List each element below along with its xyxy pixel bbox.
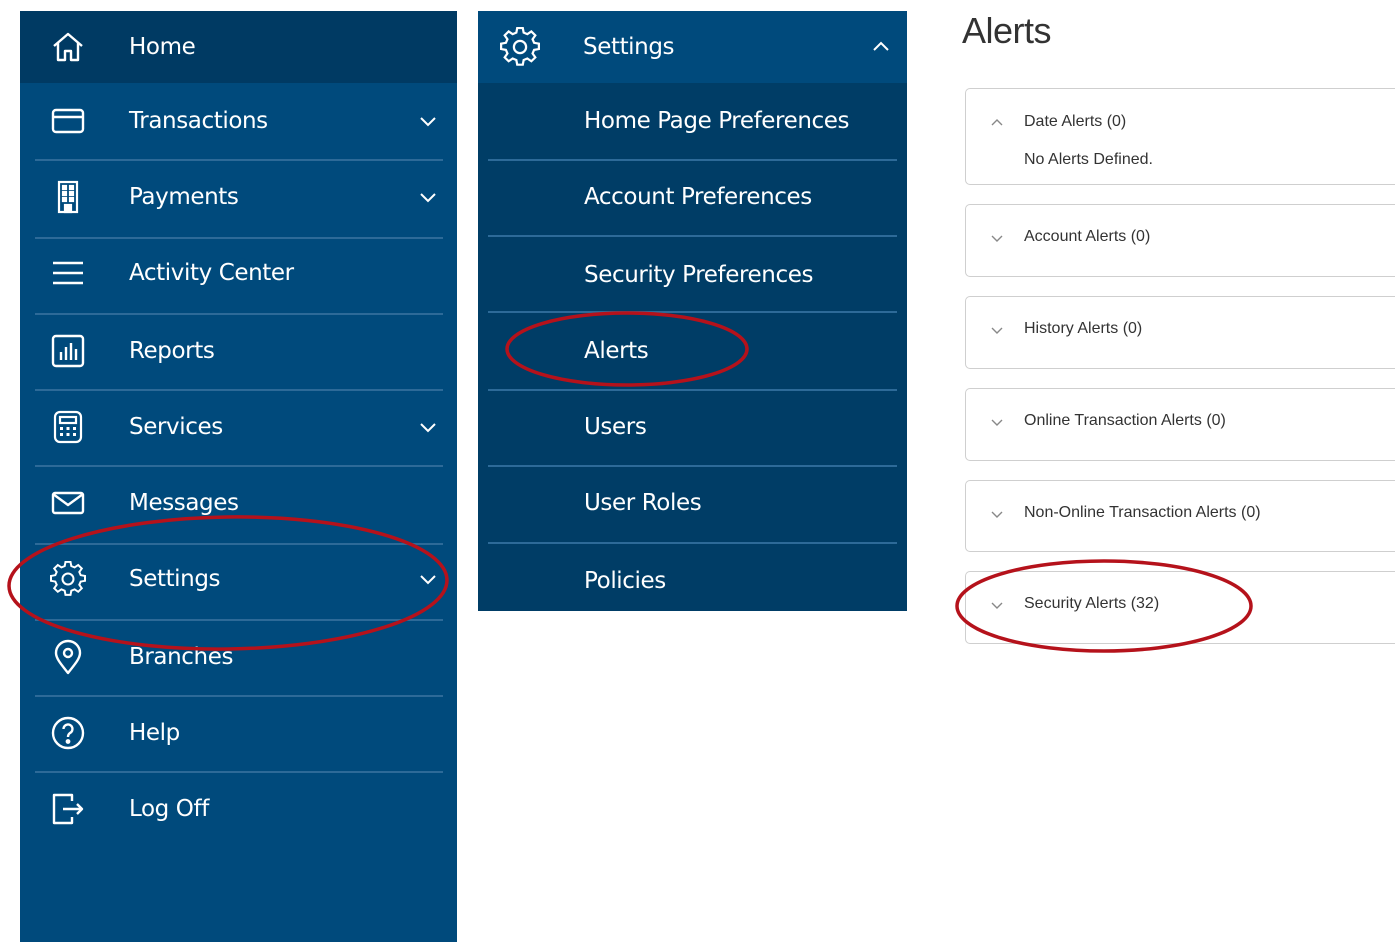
- gear-icon: [50, 561, 86, 597]
- sidebar-item-branches[interactable]: Branches: [20, 619, 457, 695]
- sidebar-item-transactions[interactable]: Transactions: [20, 83, 457, 159]
- settings-item-account-preferences[interactable]: Account Preferences: [478, 159, 907, 235]
- sidebar-item-messages[interactable]: Messages: [20, 465, 457, 541]
- chevron-down-icon[interactable]: [990, 231, 1004, 245]
- alert-group-label: Non-Online Transaction Alerts (0): [1024, 504, 1261, 521]
- alert-group-history-alerts[interactable]: History Alerts (0): [965, 296, 1395, 369]
- sidebar-item-label: Log Off: [129, 796, 209, 822]
- sidebar-item-label: Branches: [129, 644, 234, 670]
- envelope-icon: [50, 485, 86, 521]
- sidebar-item-label: Home: [129, 34, 196, 60]
- sidebar-item-label: Activity Center: [129, 260, 294, 286]
- sidebar-item-label: Transactions: [129, 108, 268, 134]
- sidebar-item-settings[interactable]: Settings: [20, 541, 457, 617]
- settings-item-label: Security Preferences: [584, 262, 814, 288]
- chevron-down-icon[interactable]: [990, 415, 1004, 429]
- settings-item-policies[interactable]: Policies: [478, 543, 907, 619]
- settings-item-label: Users: [584, 414, 647, 440]
- credit-card-icon: [50, 103, 86, 139]
- chevron-down-icon[interactable]: [418, 111, 438, 131]
- settings-menu-title: Settings: [583, 34, 675, 60]
- alert-group-online-transaction-alerts[interactable]: Online Transaction Alerts (0): [965, 388, 1395, 461]
- building-icon: [50, 179, 86, 215]
- sidebar-item-label: Messages: [129, 490, 239, 516]
- chevron-down-icon[interactable]: [990, 323, 1004, 337]
- alert-group-label: History Alerts (0): [1024, 320, 1143, 337]
- chevron-down-icon[interactable]: [418, 417, 438, 437]
- alert-group-label: Account Alerts (0): [1024, 228, 1151, 245]
- alert-group-date-alerts[interactable]: Date Alerts (0) No Alerts Defined.: [965, 88, 1395, 185]
- settings-item-security-preferences[interactable]: Security Preferences: [478, 237, 907, 313]
- sidebar-item-home[interactable]: Home: [20, 11, 457, 83]
- settings-item-alerts[interactable]: Alerts: [478, 313, 907, 389]
- alert-group-account-alerts[interactable]: Account Alerts (0): [965, 204, 1395, 277]
- chevron-up-icon[interactable]: [990, 116, 1004, 130]
- sidebar-item-label: Payments: [129, 184, 239, 210]
- sidebar-item-payments[interactable]: Payments: [20, 159, 457, 235]
- sidebar-item-services[interactable]: Services: [20, 389, 457, 465]
- sidebar-item-label: Reports: [129, 338, 215, 364]
- alert-group-security-alerts[interactable]: Security Alerts (32): [965, 571, 1395, 644]
- page-title: Alerts: [962, 10, 1052, 51]
- settings-item-label: Alerts: [584, 338, 649, 364]
- settings-item-label: Account Preferences: [584, 184, 812, 210]
- sidebar-item-activity-center[interactable]: Activity Center: [20, 235, 457, 311]
- alert-group-non-online-transaction-alerts[interactable]: Non-Online Transaction Alerts (0): [965, 480, 1395, 552]
- sidebar-item-label: Services: [129, 414, 223, 440]
- sidebar-item-reports[interactable]: Reports: [20, 313, 457, 389]
- settings-item-label: Policies: [584, 568, 666, 594]
- settings-item-user-roles[interactable]: User Roles: [478, 465, 907, 541]
- hamburger-menu-icon: [50, 255, 86, 291]
- chevron-down-icon[interactable]: [990, 507, 1004, 521]
- home-icon: [50, 29, 86, 65]
- alert-group-label: Security Alerts (32): [1024, 595, 1160, 612]
- chevron-up-icon[interactable]: [871, 37, 891, 57]
- sidebar-item-help[interactable]: Help: [20, 695, 457, 771]
- settings-menu-header[interactable]: Settings: [478, 11, 907, 83]
- main-sidebar: Home Transactions Payments Activity Cent…: [20, 11, 457, 942]
- bar-chart-icon: [50, 333, 86, 369]
- settings-item-home-page-preferences[interactable]: Home Page Preferences: [478, 83, 907, 159]
- map-pin-icon: [50, 639, 86, 675]
- calculator-icon: [50, 409, 86, 445]
- empty-message: No Alerts Defined.: [1024, 151, 1153, 168]
- alert-group-label: Date Alerts (0): [1024, 113, 1127, 130]
- question-circle-icon: [50, 715, 86, 751]
- alert-group-label: Online Transaction Alerts (0): [1024, 412, 1226, 429]
- sidebar-item-label: Help: [129, 720, 180, 746]
- settings-submenu: Settings Home Page Preferences Account P…: [478, 11, 907, 611]
- settings-item-label: User Roles: [584, 490, 702, 516]
- chevron-down-icon[interactable]: [990, 598, 1004, 612]
- logout-icon: [50, 791, 86, 827]
- chevron-down-icon[interactable]: [418, 569, 438, 589]
- settings-item-users[interactable]: Users: [478, 389, 907, 465]
- chevron-down-icon[interactable]: [418, 187, 438, 207]
- gear-icon: [500, 27, 540, 67]
- settings-item-label: Home Page Preferences: [584, 108, 850, 134]
- sidebar-item-log-off[interactable]: Log Off: [20, 771, 457, 847]
- sidebar-item-label: Settings: [129, 566, 221, 592]
